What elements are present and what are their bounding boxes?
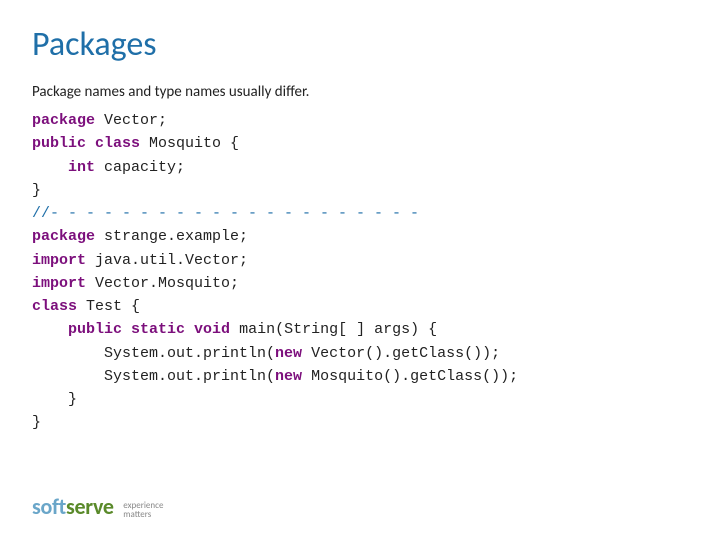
code-line: package Vector; [32,109,688,132]
code-text: strange.example; [95,228,248,245]
code-line: public class Mosquito { [32,132,688,155]
keyword-package: package [32,228,95,245]
keyword-public: public [68,321,122,338]
footer-logo: softserve experiencematters [32,493,163,520]
code-line: int capacity; [32,156,688,179]
code-block: package Vector; public class Mosquito { … [32,109,688,435]
code-text: System.out.println( [32,368,275,385]
keyword-int: int [68,159,95,176]
code-text: main(String[ ] args) { [230,321,437,338]
keyword-import: import [32,275,86,292]
keyword-class: class [32,298,77,315]
page-title: Packages [32,24,688,65]
code-text: java.util.Vector; [86,252,248,269]
code-line: class Test { [32,295,688,318]
keyword-void: void [185,321,230,338]
keyword-static: static [122,321,185,338]
keyword-public: public [32,135,86,152]
logo-part-soft: soft [32,493,66,520]
keyword-new: new [275,368,302,385]
logo-tagline: experiencematters [123,501,163,520]
code-line: } [32,388,688,411]
intro-text: Package names and type names usually dif… [32,83,688,101]
code-line: public static void main(String[ ] args) … [32,318,688,341]
keyword-class: class [86,135,140,152]
code-text: Mosquito().getClass()); [302,368,518,385]
code-text: Vector; [95,112,167,129]
code-text: capacity; [95,159,185,176]
code-text: Mosquito { [140,135,239,152]
logo-tagline-line: matters [123,509,151,520]
code-text: Test { [77,298,140,315]
code-text: System.out.println( [32,345,275,362]
code-text: Vector().getClass()); [302,345,500,362]
code-line: import java.util.Vector; [32,249,688,272]
keyword-import: import [32,252,86,269]
code-line: System.out.println(new Mosquito().getCla… [32,365,688,388]
logo-part-serve: serve [66,493,114,520]
slide-content: Packages Package names and type names us… [0,0,720,435]
keyword-package: package [32,112,95,129]
code-line: } [32,411,688,434]
code-line: import Vector.Mosquito; [32,272,688,295]
code-line: } [32,179,688,202]
keyword-new: new [275,345,302,362]
code-text: Vector.Mosquito; [86,275,239,292]
code-comment: //- - - - - - - - - - - - - - - - - - - … [32,202,688,225]
code-line: System.out.println(new Vector().getClass… [32,342,688,365]
code-line: package strange.example; [32,225,688,248]
